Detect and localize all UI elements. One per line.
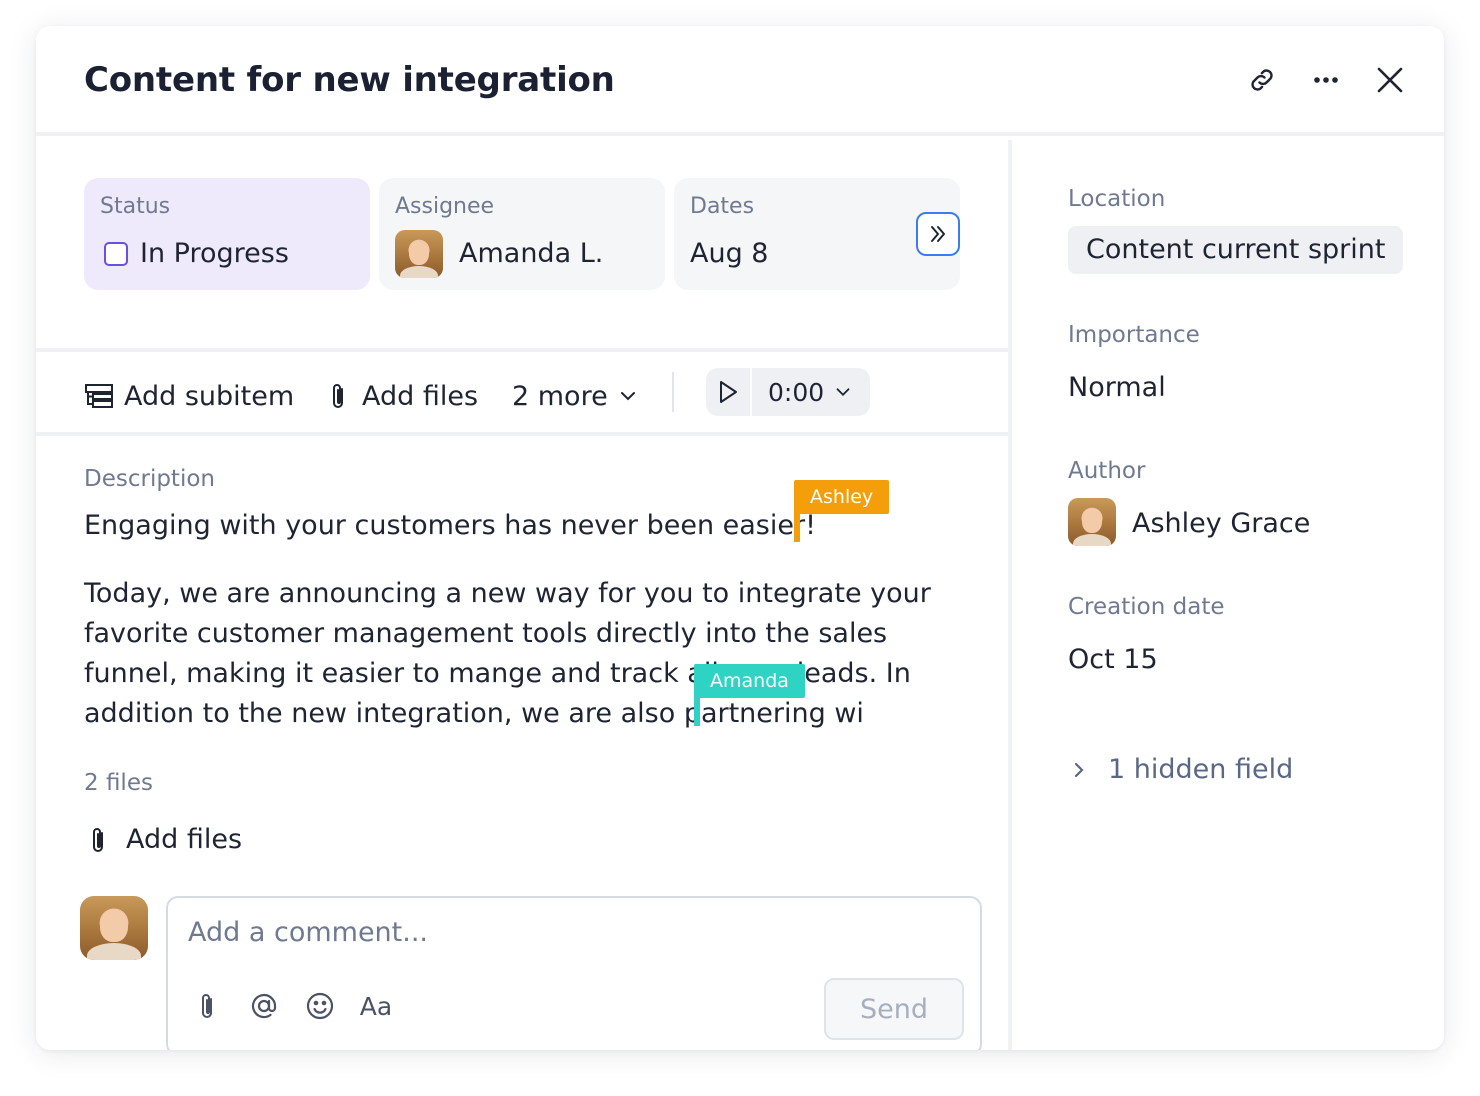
description-paragraph-2[interactable]: Today, we are announcing a new way for y… [84,574,984,734]
author-label: Author [1068,458,1146,484]
current-user-avatar [80,896,148,960]
timer-dropdown[interactable]: 0:00 [768,378,854,407]
chevron-down-icon [620,392,635,401]
importance-label: Importance [1068,322,1200,348]
chevron-right-icon [1074,762,1084,777]
text-format-icon[interactable]: Aa [358,988,394,1024]
chevron-down-icon [836,388,850,397]
creation-date-label: Creation date [1068,594,1225,620]
importance-value[interactable]: Normal [1068,372,1166,403]
location-chip[interactable]: Content current sprint [1068,226,1404,274]
assignee-field[interactable]: Assignee Amanda L. [379,178,665,290]
status-value: In Progress [140,238,289,269]
comment-input[interactable] [188,912,788,952]
add-files-label: Add files [362,380,479,412]
comment-box: Aa Send [166,896,982,1050]
assignee-value: Amanda L. [459,238,604,269]
expand-fields-button[interactable] [916,212,960,256]
emoji-icon[interactable] [302,988,338,1024]
more-actions-label: 2 more [512,380,608,412]
double-chevron-right-icon [931,226,945,242]
author-value: Ashley Grace [1132,508,1311,539]
subitem-icon [85,384,113,408]
collaborator-cursor-label: Ashley [794,480,890,514]
description-label: Description [84,466,215,492]
dates-value: Aug 8 [690,238,769,269]
location-label: Location [1068,186,1166,212]
creation-date-value: Oct 15 [1068,644,1158,675]
main-panel: Status In Progress Assignee Amanda L. Da… [36,140,1008,1050]
paperclip-icon [333,384,343,408]
play-icon [720,381,737,403]
status-square-icon [104,242,128,266]
page-title: Content for new integration [84,60,615,100]
play-button[interactable] [706,368,752,416]
assignee-label: Assignee [395,194,495,219]
add-files-label: Add files [126,824,243,855]
link-icon[interactable] [1244,62,1280,98]
item-detail-card: Content for new integration Status In Pr… [36,26,1444,1050]
mention-icon[interactable] [246,988,282,1024]
item-toolbar: Add subitem Add files 2 more 0:00 [36,348,1008,436]
collaborator-cursor-label: Amanda [694,664,805,698]
hidden-fields-toggle[interactable]: 1 hidden field [1068,754,1293,785]
hidden-fields-label: 1 hidden field [1108,754,1294,785]
toolbar-divider [672,372,674,412]
add-subitem-label: Add subitem [124,380,295,412]
add-subitem-button[interactable]: Add subitem [84,376,294,416]
more-icon[interactable] [1308,62,1344,98]
assignee-avatar [395,230,443,278]
collaborator-cursor-caret [694,692,700,726]
files-count: 2 files [84,770,153,796]
description-paragraph-1[interactable]: Engaging with your customers has never b… [84,510,816,541]
details-sidebar: Location Content current sprint Importan… [1008,140,1444,1050]
add-files-button[interactable]: Add files [326,376,478,416]
card-header: Content for new integration [36,26,1444,136]
collaborator-cursor-caret [794,508,800,542]
timer-value: 0:00 [768,377,825,407]
status-label: Status [100,194,171,219]
close-icon[interactable] [1372,62,1408,98]
add-files-link[interactable]: Add files [86,824,242,855]
more-actions-dropdown[interactable]: 2 more [512,376,650,416]
paperclip-icon [93,827,103,852]
status-field[interactable]: Status In Progress [84,178,370,290]
dates-label: Dates [690,194,755,219]
author-avatar [1068,498,1116,546]
time-tracker: 0:00 [706,368,870,416]
send-button[interactable]: Send [824,978,964,1040]
attach-icon[interactable] [190,988,226,1024]
